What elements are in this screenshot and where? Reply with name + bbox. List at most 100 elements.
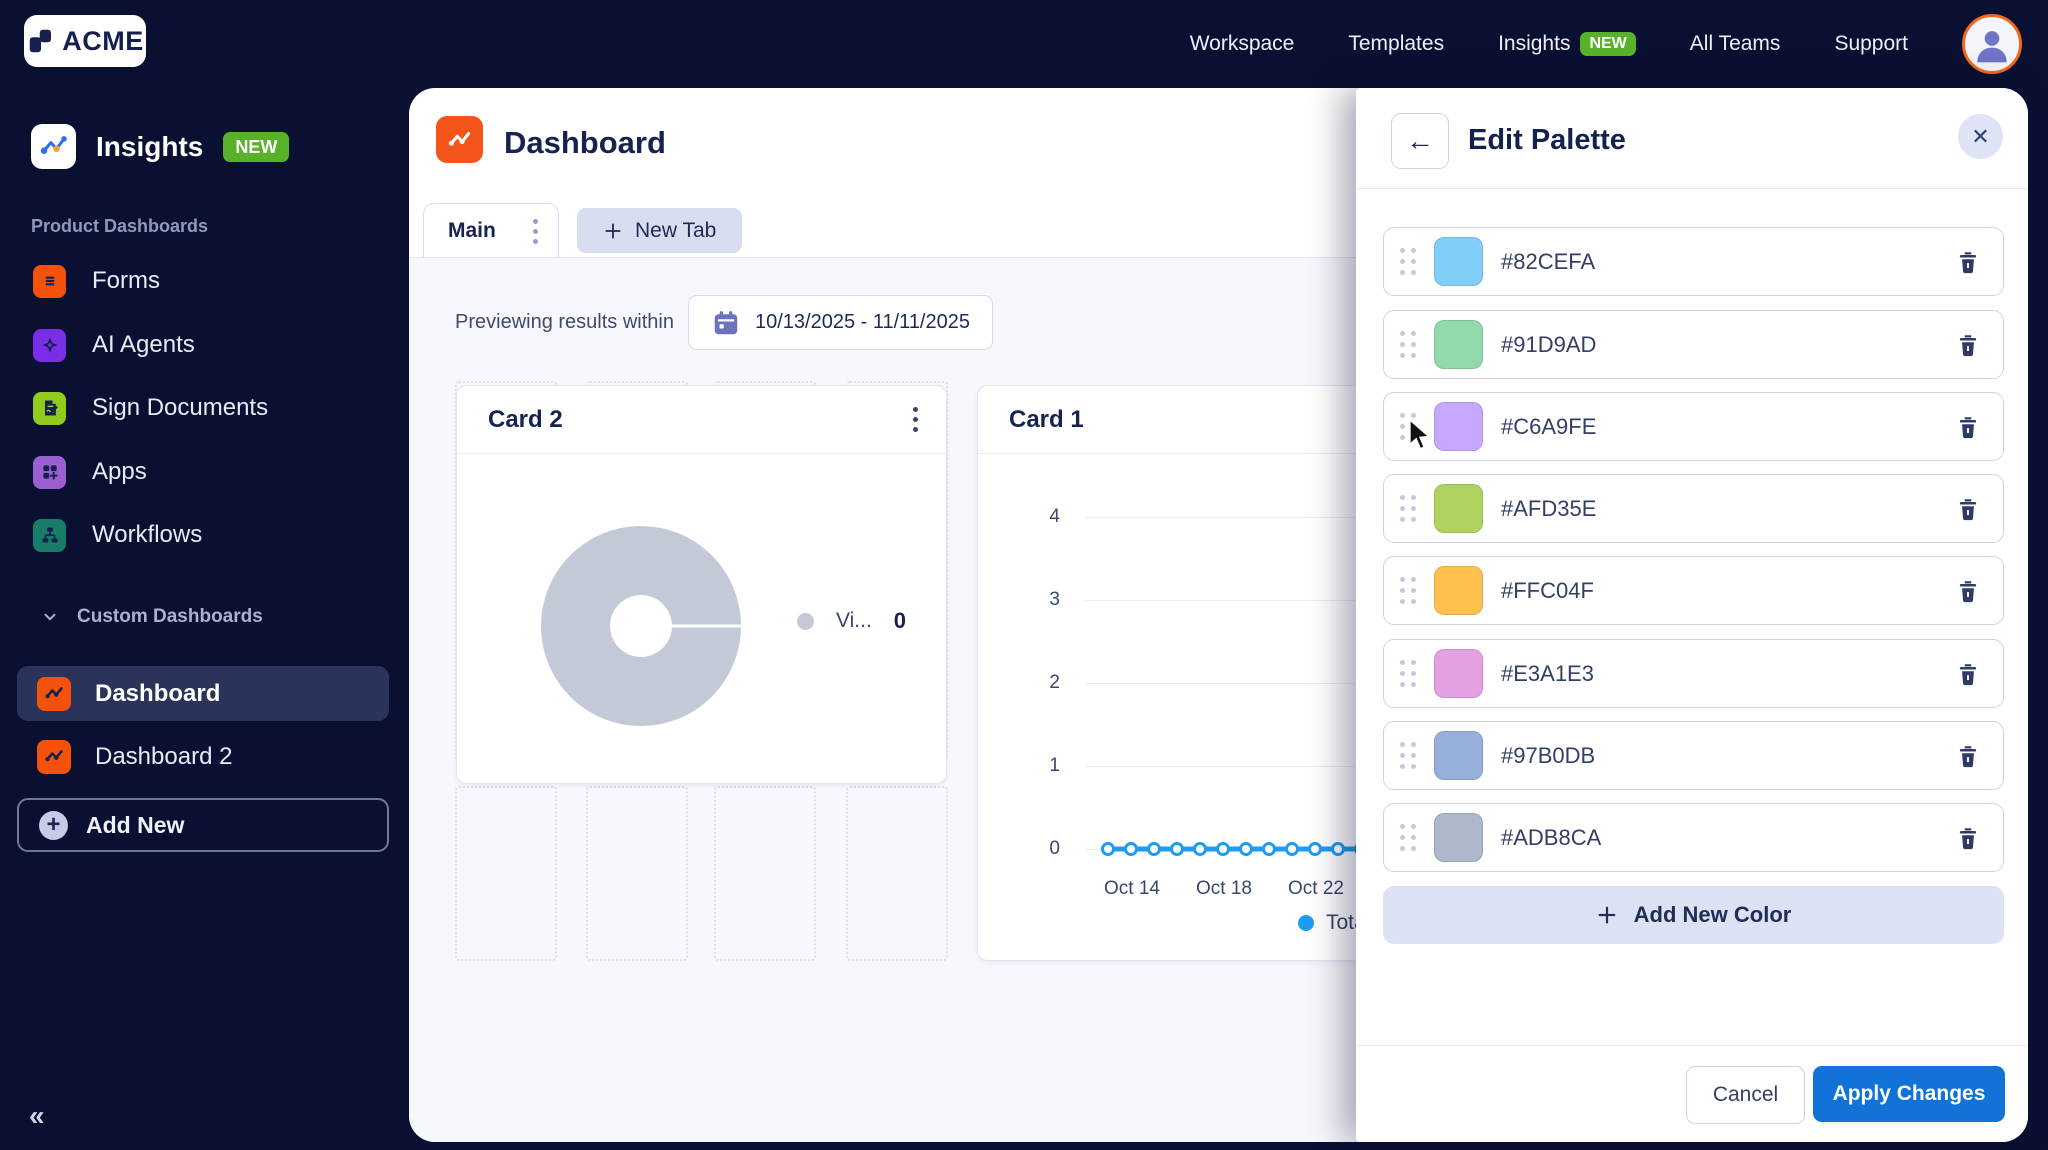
nav-support[interactable]: Support (1834, 32, 1908, 56)
close-icon[interactable]: ✕ (1958, 114, 2003, 159)
sidebar-collapse-button[interactable]: « (29, 1100, 45, 1132)
new-tab-button[interactable]: New Tab (577, 208, 743, 253)
date-range-value: 10/13/2025 - 11/11/2025 (754, 311, 970, 333)
trash-icon[interactable] (1955, 825, 1981, 851)
drag-handle-icon[interactable] (1400, 742, 1416, 769)
sidebar-item-forms[interactable]: Forms (33, 260, 160, 302)
grid-placeholder-cell (714, 786, 816, 961)
color-hex: #97B0DB (1501, 742, 1596, 768)
trash-icon[interactable] (1955, 743, 1981, 769)
trash-icon[interactable] (1955, 414, 1981, 440)
acme-logo-text: ACME (62, 25, 144, 56)
add-new-color-button[interactable]: Add New Color (1383, 886, 2004, 944)
drag-handle-icon[interactable] (1400, 824, 1416, 851)
color-hex: #91D9AD (1501, 331, 1597, 357)
color-hex: #FFC04F (1501, 577, 1594, 603)
sidebar-item-apps[interactable]: Apps (33, 451, 147, 493)
sidebar-item-ai-agents[interactable]: AI Agents (33, 324, 195, 366)
nav-templates[interactable]: Templates (1348, 32, 1444, 56)
color-swatch[interactable] (1434, 237, 1483, 286)
trash-icon[interactable] (1955, 496, 1981, 522)
panel-title: Edit Palette (1468, 124, 1626, 156)
page-title: Dashboard (504, 125, 666, 160)
drag-handle-icon[interactable] (1400, 413, 1416, 440)
color-swatch[interactable] (1434, 484, 1483, 533)
dashboard-header-icon (436, 116, 483, 163)
person-icon (1977, 31, 2007, 63)
dashboard-icon (37, 739, 71, 774)
sign-document-icon (33, 391, 66, 425)
user-avatar[interactable] (1962, 14, 2022, 74)
color-swatch[interactable] (1434, 649, 1483, 698)
color-swatch[interactable] (1434, 402, 1483, 451)
cancel-button[interactable]: Cancel (1686, 1066, 1805, 1124)
apps-grid-icon (33, 455, 66, 489)
plus-icon: + (39, 810, 68, 840)
card-2: Card 2 Vi... 0 (456, 385, 947, 784)
color-swatch[interactable] (1434, 813, 1483, 862)
palette-row: #E3A1E3 (1383, 639, 2004, 708)
grid-placeholder-cell (586, 786, 688, 961)
donut-chart (541, 526, 741, 726)
trash-icon[interactable] (1955, 332, 1981, 358)
nav-workspace[interactable]: Workspace (1190, 32, 1295, 56)
grid-placeholder-cell (846, 786, 948, 961)
drag-handle-icon[interactable] (1400, 248, 1416, 275)
color-hex: #AFD35E (1501, 495, 1597, 521)
sidebar-product-title: Insights (96, 130, 204, 162)
color-hex: #82CEFA (1501, 248, 1596, 274)
app-root: ACME Workspace Templates Insights NEW Al… (0, 0, 2048, 1150)
trash-icon[interactable] (1955, 661, 1981, 687)
sparkle-icon (33, 328, 66, 362)
palette-row: #ADB8CA (1383, 803, 2004, 872)
top-bar: ACME Workspace Templates Insights NEW Al… (0, 0, 2048, 88)
sidebar-item-dashboard-2[interactable]: Dashboard 2 (17, 729, 389, 784)
palette-row: #97B0DB (1383, 721, 2004, 790)
sidebar-item-sign-documents[interactable]: Sign Documents (33, 387, 268, 429)
grid-placeholder-cell (455, 786, 557, 961)
date-range-picker[interactable]: 10/13/2025 - 11/11/2025 (687, 295, 993, 350)
top-navigation: Workspace Templates Insights NEW All Tea… (1190, 0, 2022, 88)
color-swatch[interactable] (1434, 731, 1483, 780)
add-new-dashboard-button[interactable]: + Add New (17, 798, 389, 852)
trash-icon[interactable] (1955, 249, 1981, 275)
drag-handle-icon[interactable] (1400, 577, 1416, 604)
acme-logo[interactable]: ACME (24, 15, 146, 67)
forms-icon (33, 264, 66, 298)
panel-divider (1356, 188, 2028, 189)
legend-swatch (1298, 915, 1314, 931)
preview-label: Previewing results within (455, 311, 674, 333)
color-hex: #ADB8CA (1501, 824, 1602, 850)
tab-main[interactable]: Main (423, 203, 559, 258)
palette-row: #C6A9FE (1383, 392, 2004, 461)
nav-insights[interactable]: Insights NEW (1498, 32, 1636, 56)
tab-menu-kebab-icon[interactable] (533, 218, 538, 244)
section-product-dashboards: Product Dashboards (31, 216, 209, 236)
palette-row: #FFC04F (1383, 556, 2004, 625)
apply-changes-button[interactable]: Apply Changes (1813, 1066, 2005, 1122)
chevron-down-icon (44, 613, 56, 621)
card-2-title: Card 2 (488, 405, 563, 433)
panel-footer-divider (1356, 1045, 2028, 1046)
color-hex: #E3A1E3 (1501, 660, 1594, 686)
nav-all-teams[interactable]: All Teams (1690, 32, 1781, 56)
color-swatch[interactable] (1434, 320, 1483, 369)
insights-new-badge: NEW (1580, 32, 1636, 56)
card-2-menu-kebab-icon[interactable] (913, 407, 918, 432)
sidebar-item-dashboard[interactable]: Dashboard (17, 666, 389, 721)
trash-icon[interactable] (1955, 578, 1981, 604)
custom-dashboards-header[interactable]: Custom Dashboards (41, 606, 263, 628)
legend-swatch (797, 612, 814, 630)
workflow-icon (33, 518, 66, 552)
sidebar-item-workflows[interactable]: Workflows (33, 514, 202, 556)
legend-label: Vi... (836, 609, 872, 632)
color-hex: #C6A9FE (1501, 413, 1597, 439)
drag-handle-icon[interactable] (1400, 660, 1416, 687)
color-swatch[interactable] (1434, 566, 1483, 615)
drag-handle-icon[interactable] (1400, 495, 1416, 522)
drag-handle-icon[interactable] (1400, 331, 1416, 358)
card-2-header: Card 2 (457, 386, 946, 454)
palette-row: #91D9AD (1383, 310, 2004, 379)
back-button[interactable]: ← (1391, 113, 1449, 169)
sidebar-product-header: Insights NEW (31, 124, 290, 169)
